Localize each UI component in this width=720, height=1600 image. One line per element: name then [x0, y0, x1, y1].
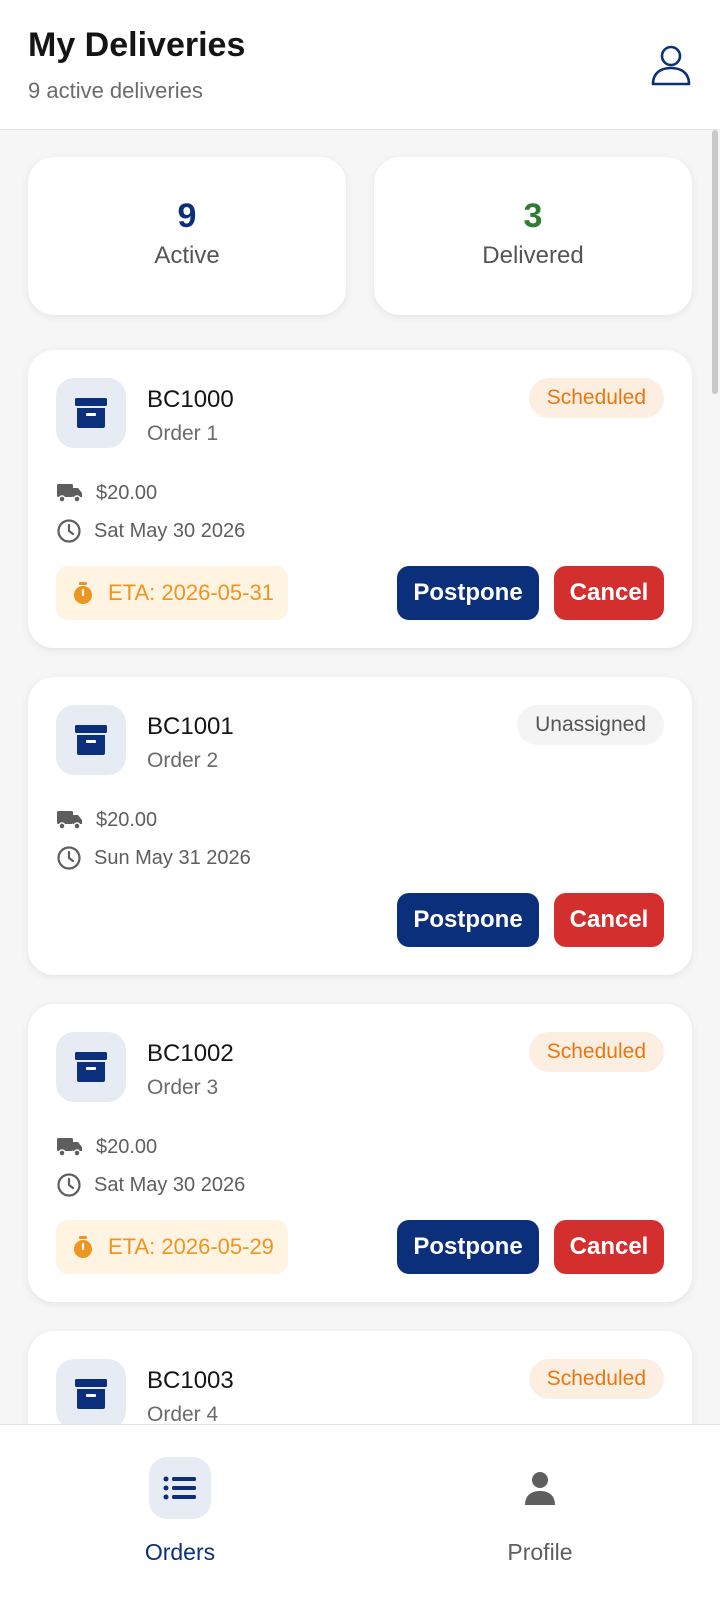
- order-name: Order 2: [147, 749, 219, 772]
- clock-icon: [57, 1173, 81, 1197]
- archive-box-icon: [56, 378, 126, 448]
- date-row: Sun May 31 2026: [56, 843, 251, 873]
- price-row: $20.00: [56, 478, 157, 508]
- eta-badge: ETA: 2026-05-29: [56, 1220, 288, 1274]
- delivery-card[interactable]: BC1001 Order 2 Unassigned $20.00 Sun May…: [28, 677, 692, 975]
- order-code: BC1002: [147, 1040, 234, 1067]
- date-text: Sat May 30 2026: [94, 1173, 246, 1196]
- date-text: Sun May 31 2026: [94, 846, 251, 869]
- profile-button[interactable]: [648, 42, 694, 88]
- price-text: $20.00: [96, 481, 158, 504]
- status-badge: Scheduled: [528, 1032, 664, 1072]
- list-icon: [149, 1457, 211, 1519]
- order-name: Order 1: [147, 422, 219, 445]
- order-code: BC1000: [147, 386, 234, 413]
- truck-icon: [57, 811, 82, 830]
- cancel-button[interactable]: Cancel: [554, 1220, 664, 1274]
- postpone-button[interactable]: Postpone: [397, 1220, 539, 1274]
- status-badge: Scheduled: [528, 1359, 664, 1399]
- order-name: Order 3: [147, 1076, 219, 1099]
- eta-text: ETA: 2026-05-31: [108, 580, 274, 605]
- truck-icon: [57, 1138, 82, 1157]
- date-row: Sat May 30 2026: [56, 1170, 245, 1200]
- order-code: BC1001: [147, 713, 234, 740]
- order-code: BC1003: [147, 1367, 234, 1394]
- archive-box-icon: [56, 705, 126, 775]
- postpone-button[interactable]: Postpone: [397, 566, 539, 620]
- status-badge: Scheduled: [528, 378, 664, 418]
- page-title: My Deliveries: [28, 26, 246, 64]
- timer-icon: [74, 1236, 92, 1258]
- archive-box-icon: [56, 1359, 126, 1429]
- truck-icon: [57, 484, 82, 503]
- scrollbar[interactable]: [712, 130, 718, 394]
- price-text: $20.00: [96, 1135, 158, 1158]
- user-outline-icon: [651, 45, 691, 86]
- price-text: $20.00: [96, 808, 158, 831]
- date-row: Sat May 30 2026: [56, 516, 245, 546]
- price-row: $20.00: [56, 1132, 157, 1162]
- stat-card-active: 9 Active: [28, 157, 346, 315]
- stat-card-delivered: 3 Delivered: [374, 157, 692, 315]
- person-icon: [509, 1457, 571, 1519]
- archive-box-icon: [56, 1032, 126, 1102]
- delivery-card[interactable]: BC1000 Order 1 Scheduled $20.00 Sat May …: [28, 350, 692, 648]
- stat-value: 3: [523, 197, 543, 235]
- clock-icon: [57, 519, 81, 543]
- stat-value: 9: [177, 197, 197, 235]
- page-subtitle: 9 active deliveries: [28, 78, 203, 103]
- timer-icon: [74, 582, 92, 604]
- stat-label: Active: [154, 242, 220, 269]
- price-row: $20.00: [56, 805, 157, 835]
- nav-label-profile: Profile: [507, 1539, 573, 1565]
- status-badge: Unassigned: [517, 705, 664, 745]
- eta-badge: ETA: 2026-05-31: [56, 566, 288, 620]
- cancel-button[interactable]: Cancel: [554, 893, 664, 947]
- app-header: My Deliveries 9 active deliveries: [0, 0, 720, 130]
- eta-text: ETA: 2026-05-29: [108, 1234, 274, 1259]
- cancel-button[interactable]: Cancel: [554, 566, 664, 620]
- postpone-button[interactable]: Postpone: [397, 893, 539, 947]
- delivery-card[interactable]: BC1002 Order 3 Scheduled $20.00 Sat May …: [28, 1004, 692, 1302]
- nav-label-orders: Orders: [144, 1539, 216, 1565]
- date-text: Sat May 30 2026: [94, 519, 246, 542]
- bottom-nav: Orders Profile: [0, 1424, 720, 1600]
- stat-label: Delivered: [482, 242, 584, 269]
- clock-icon: [57, 846, 81, 870]
